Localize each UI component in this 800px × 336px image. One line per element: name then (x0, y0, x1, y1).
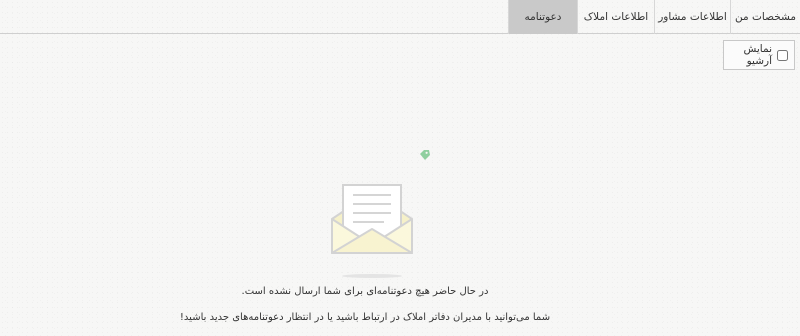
archive-toggle[interactable]: نمایش آرشیو (723, 40, 795, 70)
archive-label: نمایش آرشیو (743, 43, 772, 67)
tab-my-profile[interactable]: مشخصات من (730, 0, 800, 34)
tab-consultant-info[interactable]: اطلاعات مشاور (654, 0, 730, 34)
archive-checkbox[interactable] (777, 49, 788, 61)
empty-state-hint: شما می‌توانید با مدیران دفاتر املاک در ا… (179, 312, 551, 323)
tab-bar: مشخصات من اطلاعات مشاور اطلاعات املاک دع… (0, 0, 800, 34)
tab-invitations[interactable]: دعوتنامه (508, 0, 577, 34)
empty-state-message: در حال حاضر هیچ دعوتنامه‌ای برای شما ارس… (241, 286, 489, 297)
tag-icon (419, 146, 431, 165)
envelope-open-icon (326, 180, 418, 284)
tab-property-info[interactable]: اطلاعات املاک (577, 0, 654, 34)
